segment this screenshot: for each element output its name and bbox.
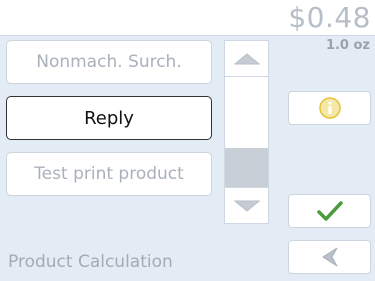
product-calculation-screen: $0.48 1.0 oz Nonmach. Surch. Reply Test … — [0, 0, 375, 281]
option-label: Nonmach. Surch. — [36, 52, 182, 72]
scroll-down-button[interactable] — [225, 187, 268, 223]
weight-readout: 1.0 oz — [325, 38, 370, 53]
header-bar: $0.48 — [0, 0, 375, 36]
back-button[interactable] — [288, 240, 371, 274]
triangle-down-icon — [233, 200, 260, 212]
scroll-up-button[interactable] — [225, 41, 268, 77]
option-reply[interactable]: Reply — [6, 96, 212, 140]
screen-title: Product Calculation — [8, 252, 173, 272]
info-icon — [318, 97, 341, 119]
confirm-button[interactable] — [288, 194, 371, 228]
scroll-thumb[interactable] — [225, 148, 268, 188]
back-arrow-icon — [321, 247, 337, 267]
option-scrollbar[interactable] — [224, 40, 269, 224]
option-label: Reply — [84, 107, 134, 129]
info-button[interactable] — [288, 91, 371, 125]
postage-price: $0.48 — [288, 1, 371, 34]
triangle-up-icon — [233, 52, 260, 64]
checkmark-icon — [316, 201, 343, 221]
option-nonmach-surcharge[interactable]: Nonmach. Surch. — [6, 40, 212, 84]
option-test-print-product[interactable]: Test print product — [6, 152, 212, 196]
option-label: Test print product — [34, 164, 184, 184]
